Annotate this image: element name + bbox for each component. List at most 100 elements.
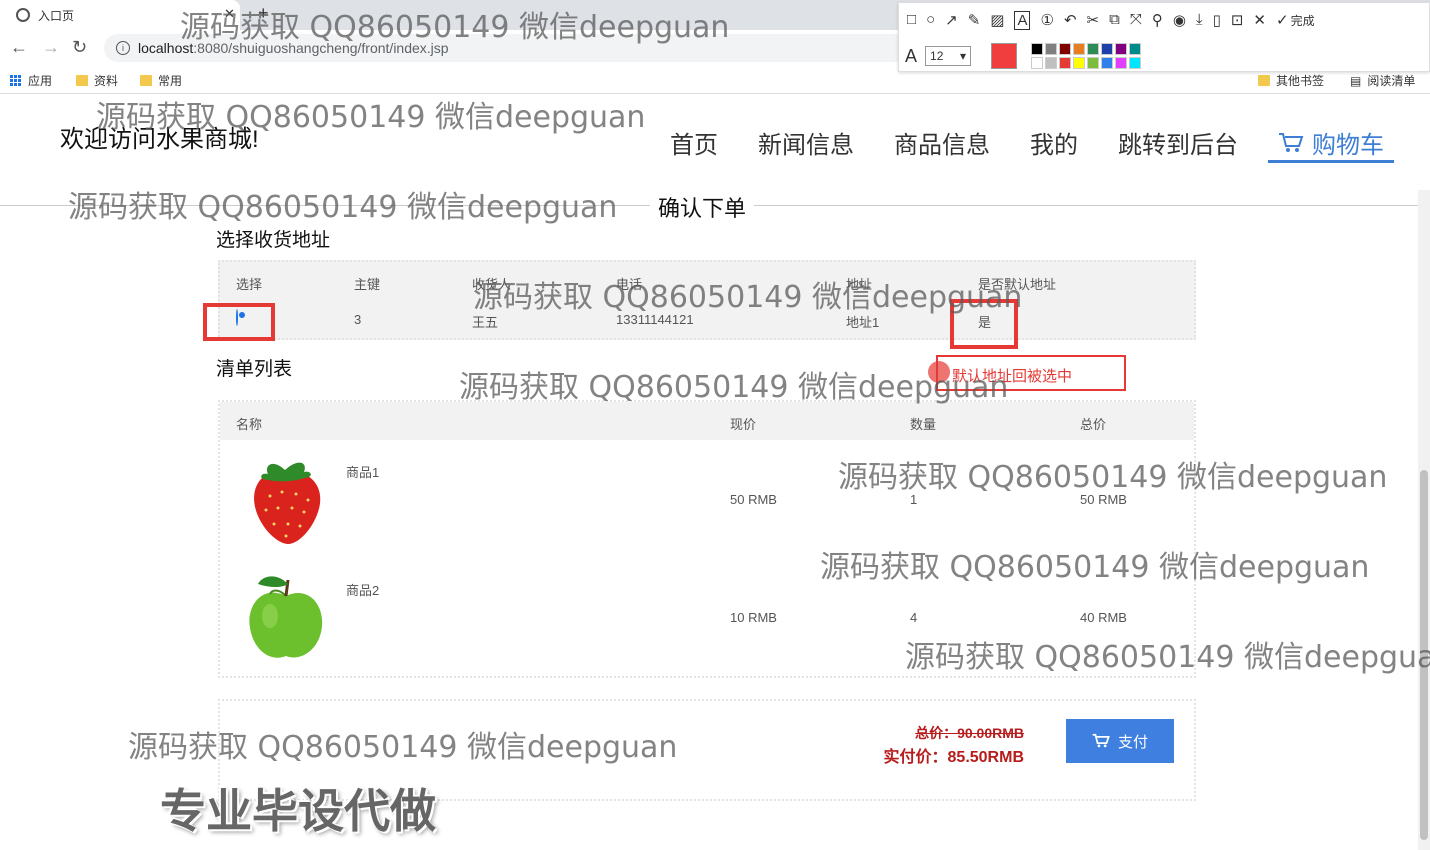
color-swatch[interactable] bbox=[1087, 57, 1100, 69]
annotation-tip: 默认地址回被选中 bbox=[936, 355, 1126, 391]
color-swatch[interactable] bbox=[1129, 57, 1142, 69]
col-header: 主键 bbox=[354, 277, 381, 292]
reading-list-label: 阅读清单 bbox=[1367, 74, 1416, 88]
item-price: 10 RMB bbox=[730, 610, 777, 625]
bookmark-folder[interactable]: 常用 bbox=[140, 72, 182, 89]
table-header: 选择 主键 收货人 电话 地址 是否默认地址 bbox=[220, 262, 1194, 300]
highlight-default-box bbox=[950, 299, 1018, 349]
item-qty: 4 bbox=[910, 610, 918, 625]
text-tool-icon[interactable]: A bbox=[1014, 11, 1031, 30]
color-swatch[interactable] bbox=[1115, 57, 1128, 69]
page: 欢迎访问水果商城! 首页 新闻信息 商品信息 我的 跳转到后台 购物车 确认下单… bbox=[0, 95, 1418, 850]
other-bookmarks[interactable]: 其他书签 bbox=[1258, 72, 1324, 89]
color-swatch[interactable] bbox=[1031, 43, 1044, 55]
nav-item-home[interactable]: 首页 bbox=[670, 125, 718, 163]
tab-close-icon[interactable]: ✕ bbox=[224, 6, 235, 22]
current-color-swatch[interactable] bbox=[991, 43, 1018, 69]
bookmark-folder[interactable]: 资料 bbox=[76, 72, 118, 89]
item-qty: 1 bbox=[910, 492, 918, 507]
copy-icon[interactable]: ▯ bbox=[1213, 11, 1221, 30]
table-row: 商品1 50 RMB 1 50 RMB bbox=[220, 440, 1194, 558]
nav-item-news[interactable]: 新闻信息 bbox=[758, 125, 854, 163]
bookmark-apps[interactable]: 应用 bbox=[10, 72, 52, 89]
url-path: :8080/shuiguoshangcheng/front/index.jsp bbox=[193, 40, 449, 56]
number-tool-icon[interactable]: ① bbox=[1040, 11, 1053, 30]
back-button[interactable]: ← bbox=[10, 37, 28, 58]
save-icon[interactable]: ⊡ bbox=[1231, 11, 1244, 30]
item-total: 50 RMB bbox=[1080, 492, 1127, 507]
col-header: 选择 bbox=[236, 277, 263, 292]
color-swatch[interactable] bbox=[1101, 57, 1114, 69]
nav-item-admin[interactable]: 跳转到后台 bbox=[1118, 125, 1238, 163]
page-title: 确认下单 bbox=[650, 191, 755, 223]
item-name: 商品2 bbox=[346, 583, 380, 598]
color-swatch[interactable] bbox=[1087, 43, 1100, 55]
strawberry-image bbox=[254, 462, 321, 544]
nav-item-cart[interactable]: 购物车 bbox=[1268, 125, 1394, 163]
color-swatch[interactable] bbox=[1115, 43, 1128, 55]
nav-item-products[interactable]: 商品信息 bbox=[894, 125, 990, 163]
reading-list-icon: ▤ bbox=[1350, 73, 1362, 88]
reading-list[interactable]: ▤ 阅读清单 bbox=[1350, 72, 1415, 89]
color-swatch[interactable] bbox=[1129, 43, 1142, 55]
undo-icon[interactable]: ↶ bbox=[1064, 11, 1077, 30]
cart-icon bbox=[1279, 132, 1304, 152]
mosaic-tool-icon[interactable]: ▨ bbox=[990, 11, 1004, 30]
col-header: 电话 bbox=[616, 277, 643, 292]
color-swatch[interactable] bbox=[1073, 43, 1086, 55]
reload-button[interactable]: ↻ bbox=[72, 37, 87, 58]
folder-icon bbox=[140, 75, 152, 86]
font-size-select[interactable]: 12 ▾ bbox=[925, 46, 972, 66]
font-size-value: 12 bbox=[930, 49, 944, 63]
translate-icon[interactable]: ⧉ bbox=[1109, 11, 1120, 30]
color-swatch[interactable] bbox=[1101, 43, 1114, 55]
color-swatch[interactable] bbox=[1045, 43, 1058, 55]
nav-item-mine[interactable]: 我的 bbox=[1030, 125, 1078, 163]
items-table: 名称 现价 数量 总价 商品1 50 RMB 1 50 RMB 商品2 10 R… bbox=[218, 400, 1196, 678]
table-header: 名称 现价 数量 总价 bbox=[220, 402, 1194, 440]
address-phone: 13311144121 bbox=[616, 312, 694, 327]
bookmark-label: 应用 bbox=[28, 74, 53, 88]
site-info-icon[interactable]: i bbox=[116, 41, 130, 55]
folder-icon bbox=[1258, 75, 1270, 86]
promo-overlay-text: 专业毕设代做 bbox=[160, 784, 436, 838]
pen-tool-icon[interactable]: ✎ bbox=[968, 11, 981, 30]
scrollbar-thumb[interactable] bbox=[1420, 470, 1428, 840]
col-header: 数量 bbox=[910, 417, 937, 432]
rectangle-tool-icon[interactable]: □ bbox=[907, 11, 916, 30]
col-header: 现价 bbox=[730, 417, 757, 432]
color-swatch[interactable] bbox=[1073, 57, 1086, 69]
color-swatch[interactable] bbox=[1045, 57, 1058, 69]
forward-button[interactable]: → bbox=[42, 37, 60, 58]
item-price: 50 RMB bbox=[730, 492, 777, 507]
fullscreen-icon[interactable]: ⤧ bbox=[1130, 11, 1142, 30]
url-host: localhost bbox=[138, 40, 194, 56]
table-row[interactable]: 3 王五 13311144121 地址1 是 bbox=[220, 300, 1194, 338]
original-price: 总价：90.00RMB bbox=[915, 725, 1024, 741]
close-icon[interactable]: ✕ bbox=[1253, 11, 1266, 30]
nav-item-cart-label: 购物车 bbox=[1312, 132, 1384, 159]
new-tab-button[interactable]: + bbox=[258, 3, 269, 24]
arrow-tool-icon[interactable]: ↗ bbox=[945, 11, 958, 30]
pay-button[interactable]: 支付 bbox=[1066, 719, 1174, 763]
col-header: 收货人 bbox=[472, 277, 512, 292]
address-section-title: 选择收货地址 bbox=[216, 230, 331, 251]
screenshot-toolbar: □ ○ ↗ ✎ ▨ A ① ↶ ✂ ⧉ ⤧ ⚲ ◉ ⤓ ▯ ⊡ ✕ ✓ 完成 A … bbox=[898, 2, 1430, 72]
pin-icon[interactable]: ⚲ bbox=[1152, 11, 1163, 30]
download-icon[interactable]: ⤓ bbox=[1196, 11, 1203, 30]
browser-tab[interactable]: 入口页 ✕ bbox=[0, 0, 240, 30]
color-swatch[interactable] bbox=[1059, 43, 1072, 55]
cut-icon[interactable]: ✂ bbox=[1087, 11, 1100, 30]
ellipse-tool-icon[interactable]: ○ bbox=[926, 11, 935, 30]
done-button[interactable]: ✓ 完成 bbox=[1276, 11, 1315, 30]
color-swatch[interactable] bbox=[1031, 57, 1044, 69]
page-scrollbar[interactable] bbox=[1418, 190, 1430, 850]
actual-price: 实付价：85.50RMB bbox=[883, 749, 1024, 766]
address-text: 地址1 bbox=[846, 315, 880, 330]
table-row: 商品2 10 RMB 4 40 RMB bbox=[220, 558, 1194, 676]
col-header: 名称 bbox=[236, 417, 263, 432]
address-name: 王五 bbox=[472, 315, 499, 330]
highlight-radio-box bbox=[203, 303, 275, 341]
color-swatch[interactable] bbox=[1059, 57, 1072, 69]
record-icon[interactable]: ◉ bbox=[1173, 11, 1186, 30]
